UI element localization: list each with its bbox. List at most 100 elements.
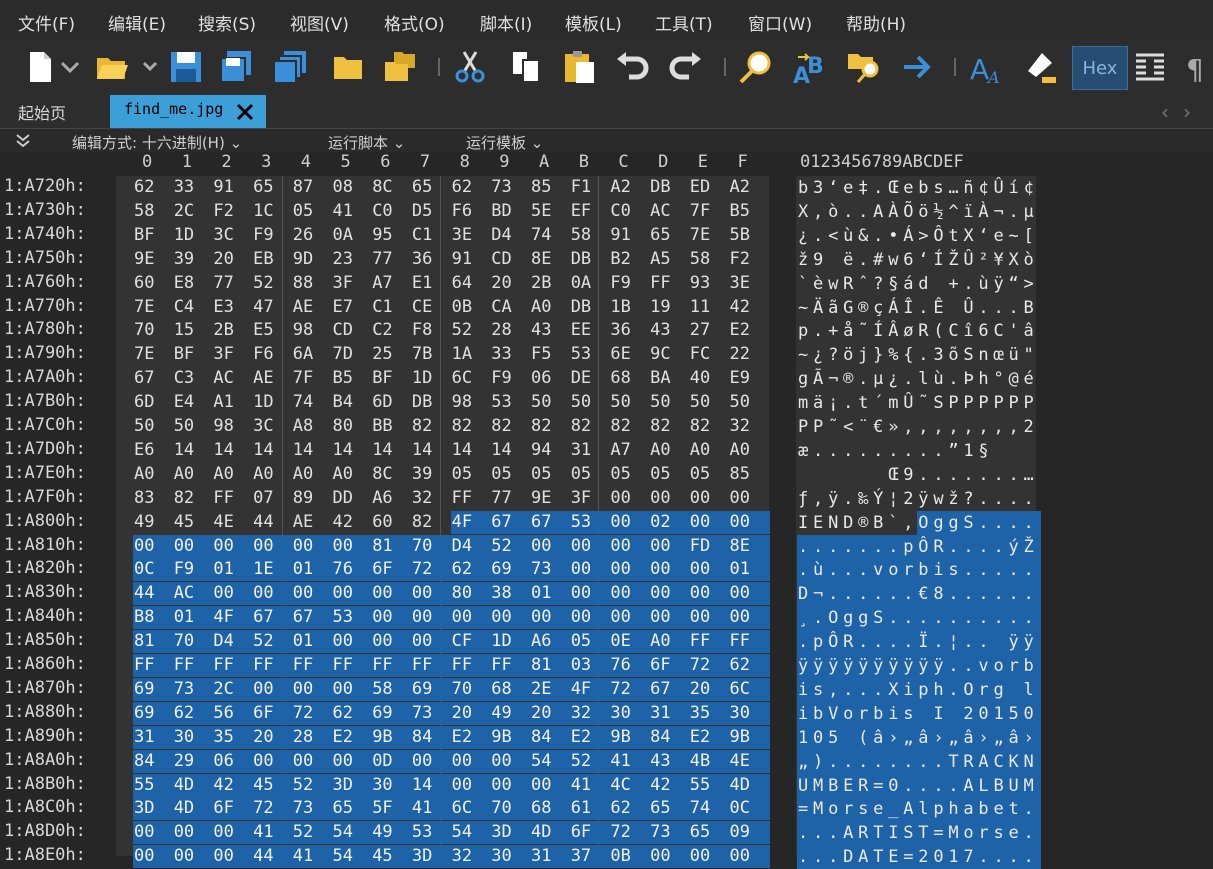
hex-byte[interactable]: 56 [212, 701, 254, 725]
ascii-row[interactable]: UMBER=0....ALBUM [798, 776, 1039, 796]
hex-byte[interactable]: 88 [292, 272, 333, 295]
hex-byte[interactable]: A0 [332, 463, 373, 486]
hex-byte[interactable]: 52 [291, 773, 333, 797]
hex-byte[interactable]: A0 [649, 630, 691, 654]
hex-byte[interactable]: 20 [530, 701, 571, 725]
hex-byte[interactable]: 41 [569, 773, 611, 797]
hex-byte[interactable]: 00 [252, 677, 294, 701]
hex-byte[interactable]: 50 [689, 391, 730, 414]
hex-byte[interactable]: FF [371, 654, 413, 677]
hex-byte[interactable]: 41 [609, 749, 651, 773]
hex-byte[interactable]: 1C [252, 200, 293, 223]
hex-byte[interactable]: 4C [609, 773, 651, 797]
hex-byte[interactable]: B4 [332, 391, 373, 414]
hex-byte[interactable]: 50 [133, 415, 174, 438]
menu-item[interactable]: 文件(F) [18, 10, 75, 35]
hex-byte[interactable]: 00 [252, 582, 294, 606]
menu-item[interactable]: 格式(O) [384, 10, 445, 35]
hex-byte[interactable]: 14 [252, 439, 293, 462]
hex-byte[interactable]: 84 [410, 725, 452, 749]
hex-byte[interactable]: 84 [530, 725, 571, 749]
hex-byte[interactable]: 28 [490, 319, 531, 342]
hex-byte[interactable]: 41 [291, 845, 333, 869]
replace-icon[interactable]: AB [790, 46, 830, 88]
hex-byte[interactable]: 8E [530, 248, 571, 271]
hex-byte[interactable]: E8 [173, 272, 214, 295]
hex-byte[interactable]: 35 [688, 701, 730, 725]
hex-byte[interactable]: 39 [411, 463, 452, 486]
hex-byte[interactable]: 32 [729, 415, 770, 438]
hex-byte[interactable]: 82 [411, 511, 452, 534]
hex-byte[interactable]: F2 [729, 248, 770, 271]
hex-byte[interactable]: 58 [689, 248, 730, 271]
hex-byte[interactable]: B2 [609, 248, 650, 271]
ascii-row[interactable]: p.+å˜ÍÂøR(Cî6C'â [798, 321, 1039, 341]
hex-byte[interactable]: 0E [609, 630, 651, 654]
hex-byte[interactable]: 45 [252, 773, 294, 797]
hex-byte[interactable]: 52 [490, 534, 532, 558]
hex-byte[interactable]: 00 [530, 534, 571, 558]
hex-byte[interactable]: 62 [450, 558, 492, 582]
hex-byte[interactable]: 42 [649, 773, 691, 797]
hex-byte[interactable]: FF [410, 654, 452, 677]
hex-byte[interactable]: DB [570, 248, 611, 271]
hex-byte[interactable]: A0 [173, 463, 214, 486]
hex-byte[interactable]: AC [649, 200, 690, 223]
dropdown-arrow-icon[interactable] [50, 46, 90, 88]
hex-byte[interactable]: 45 [173, 511, 214, 534]
hex-byte[interactable]: 81 [133, 630, 174, 654]
hex-byte[interactable]: 00 [649, 558, 691, 582]
hex-byte[interactable]: BF [133, 224, 174, 247]
hex-byte[interactable]: B5 [729, 200, 770, 223]
hex-byte[interactable]: 00 [490, 773, 532, 797]
hex-byte[interactable]: 77 [490, 487, 531, 510]
hex-byte[interactable]: A6 [371, 487, 412, 510]
hex-byte[interactable]: 55 [133, 773, 174, 797]
hex-byte[interactable]: A0 [212, 463, 253, 486]
hex-byte[interactable]: 62 [451, 176, 492, 199]
hex-byte[interactable]: 00 [569, 606, 611, 630]
hex-byte[interactable]: 32 [411, 487, 452, 510]
hex-byte[interactable]: 50 [173, 415, 214, 438]
hex-byte[interactable]: DB [649, 176, 690, 199]
hex-byte[interactable]: 00 [331, 534, 373, 558]
hex-byte[interactable]: 83 [133, 487, 174, 510]
hex-byte[interactable]: 00 [133, 821, 174, 845]
hex-byte[interactable]: 67 [252, 606, 294, 630]
hex-byte[interactable]: DD [332, 487, 373, 510]
hex-byte[interactable]: A7 [609, 439, 650, 462]
hex-byte[interactable]: 87 [292, 176, 333, 199]
menu-item[interactable]: 工具(T) [655, 10, 713, 35]
cut-icon[interactable] [450, 46, 490, 88]
hex-byte[interactable]: 98 [292, 319, 333, 342]
hex-byte[interactable]: 60 [371, 511, 412, 534]
hex-byte[interactable]: FF [728, 630, 770, 654]
tab-nav-arrows[interactable]: ‹› [1161, 100, 1205, 124]
hex-byte[interactable]: 2C [212, 677, 254, 701]
hex-byte[interactable]: 30 [728, 701, 770, 725]
ascii-row[interactable]: ž9 ë.#w6‘ÍŽÛ²¥Xò [798, 250, 1039, 270]
hex-byte[interactable]: 3F [212, 343, 253, 366]
hex-byte[interactable]: 00 [450, 606, 492, 630]
hex-byte[interactable]: 05 [689, 463, 730, 486]
hex-byte[interactable]: 00 [729, 487, 770, 510]
hex-byte[interactable]: 72 [609, 821, 651, 845]
hex-byte[interactable]: 55 [688, 773, 730, 797]
hex-byte[interactable]: EB [252, 248, 293, 271]
hex-byte[interactable]: 4D [172, 797, 214, 821]
hex-byte[interactable]: 42 [729, 296, 770, 319]
hex-byte[interactable]: 00 [212, 845, 254, 869]
hex-byte[interactable]: 52 [252, 630, 294, 654]
hex-byte[interactable]: 44 [252, 845, 294, 869]
hex-byte[interactable]: 69 [133, 677, 174, 701]
paste-icon[interactable] [560, 46, 600, 88]
hex-byte[interactable]: 00 [609, 534, 651, 558]
hex-byte[interactable]: FF [688, 630, 730, 654]
hex-byte[interactable]: 0C [728, 797, 770, 821]
hex-byte[interactable]: 31 [133, 725, 174, 749]
folder-icon[interactable] [328, 46, 368, 88]
hex-byte[interactable]: 45 [371, 845, 413, 869]
ascii-row[interactable]: ¸.OggS.......... [798, 608, 1039, 628]
ascii-row[interactable]: IEND®B`‚OggS.... [798, 513, 1039, 533]
hex-byte[interactable]: 00 [371, 606, 413, 630]
